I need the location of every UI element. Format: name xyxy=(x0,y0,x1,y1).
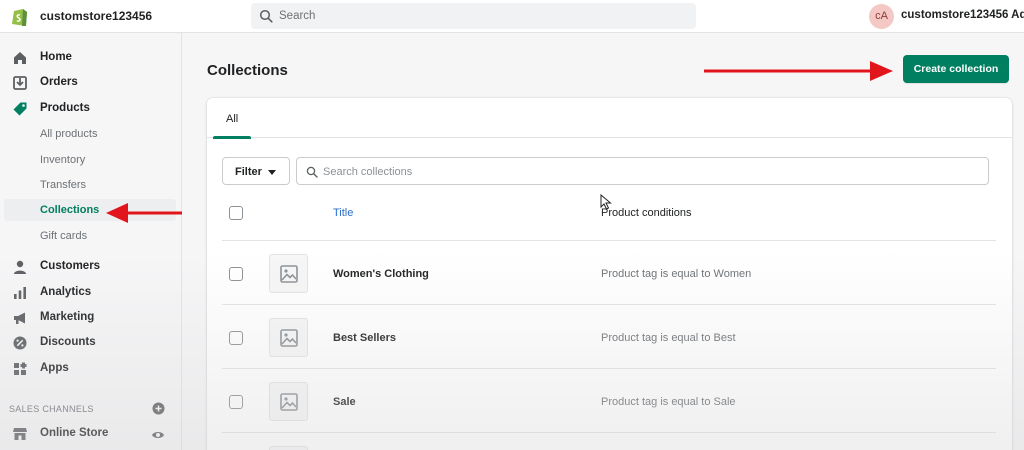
sidebar-item-home[interactable]: Home xyxy=(0,47,182,69)
global-search-placeholder: Search xyxy=(279,10,316,22)
collection-conditions: Product tag is equal to Sale xyxy=(601,396,736,408)
tag-icon xyxy=(13,102,27,116)
create-collection-button[interactable]: Create collection xyxy=(903,55,1009,83)
sidebar-sub-inventory[interactable]: Inventory xyxy=(0,149,182,171)
image-placeholder-icon xyxy=(280,265,298,283)
sidebar-item-customers[interactable]: Customers xyxy=(0,256,182,278)
table-row[interactable]: Best Sellers Product tag is equal to Bes… xyxy=(222,305,996,369)
table-row[interactable] xyxy=(222,433,996,450)
sales-channels-heading: SALES CHANNELS xyxy=(9,404,94,414)
discount-icon xyxy=(13,336,27,350)
shopify-logo-icon[interactable] xyxy=(8,5,32,29)
search-collections-input[interactable]: Search collections xyxy=(296,157,989,185)
person-icon xyxy=(14,260,26,274)
sidebar-sub-label: All products xyxy=(40,128,98,140)
collection-title[interactable]: Best Sellers xyxy=(333,332,396,344)
sidebar-item-label: Orders xyxy=(40,76,78,88)
sidebar-item-discounts[interactable]: Discounts xyxy=(0,332,182,354)
sidebar-item-label: Analytics xyxy=(40,286,92,298)
sidebar-item-label: Apps xyxy=(40,362,69,374)
collection-title[interactable]: Women's Clothing xyxy=(333,268,429,280)
sidebar-sub-label: Collections xyxy=(40,204,100,216)
sidebar-item-label: Marketing xyxy=(40,311,95,323)
store-name[interactable]: customstore123456 xyxy=(40,9,152,23)
filter-button[interactable]: Filter xyxy=(222,157,290,185)
megaphone-icon xyxy=(14,312,25,324)
select-all-checkbox[interactable] xyxy=(229,206,243,220)
page-title: Collections xyxy=(207,62,288,79)
sidebar-item-label: Online Store xyxy=(40,427,109,439)
collection-thumbnail xyxy=(269,446,308,450)
eye-icon[interactable] xyxy=(151,428,165,442)
row-checkbox[interactable] xyxy=(229,395,243,409)
sidebar-item-label: Customers xyxy=(40,260,101,272)
mouse-cursor-icon xyxy=(600,194,612,210)
top-bar: customstore123456 Search cA customstore1… xyxy=(0,0,1024,33)
sidebar-item-products[interactable]: Products xyxy=(0,98,182,120)
collections-card: All Filter Search collections Title Prod… xyxy=(207,98,1012,450)
sidebar-sub-gift-cards[interactable]: Gift cards xyxy=(0,225,182,247)
sidebar: Home Orders Products All products Invent… xyxy=(0,33,182,450)
image-placeholder-icon xyxy=(280,393,298,411)
filter-label: Filter xyxy=(235,166,262,178)
tab-active-indicator xyxy=(213,136,251,139)
annotation-arrow-right-icon xyxy=(704,61,893,81)
search-icon xyxy=(306,166,318,178)
sidebar-sub-label: Inventory xyxy=(40,154,86,166)
sidebar-sub-label: Transfers xyxy=(40,179,87,191)
home-icon xyxy=(14,52,26,64)
search-collections-placeholder: Search collections xyxy=(323,166,413,178)
store-icon xyxy=(13,428,27,440)
avatar[interactable]: cA xyxy=(869,4,894,29)
row-checkbox[interactable] xyxy=(229,267,243,281)
table-row[interactable]: Women's Clothing Product tag is equal to… xyxy=(222,241,996,305)
tab-label: All xyxy=(226,113,239,125)
sidebar-item-analytics[interactable]: Analytics xyxy=(0,282,182,304)
caret-down-icon xyxy=(268,170,276,175)
column-header-conditions: Product conditions xyxy=(601,207,692,219)
bar-chart-icon xyxy=(14,287,26,299)
image-placeholder-icon xyxy=(280,329,298,347)
sidebar-item-apps[interactable]: Apps xyxy=(0,358,182,380)
tab-bar: All xyxy=(207,98,1012,139)
search-icon xyxy=(259,9,273,23)
add-channel-plus-icon[interactable] xyxy=(152,402,165,415)
row-checkbox[interactable] xyxy=(229,331,243,345)
sidebar-item-label: Products xyxy=(40,102,90,114)
collection-thumbnail xyxy=(269,382,308,421)
sidebar-item-label: Discounts xyxy=(40,336,96,348)
sidebar-sub-transfers[interactable]: Transfers xyxy=(0,174,182,196)
orders-icon xyxy=(13,76,27,90)
global-search[interactable]: Search xyxy=(251,3,696,29)
collection-title[interactable]: Sale xyxy=(333,396,356,408)
collection-conditions: Product tag is equal to Best xyxy=(601,332,736,344)
collection-thumbnail xyxy=(269,254,308,293)
table-row[interactable]: Sale Product tag is equal to Sale xyxy=(222,369,996,433)
tab-all[interactable]: All xyxy=(213,98,251,139)
account-name[interactable]: customstore123456 Ad... xyxy=(901,9,1024,21)
sidebar-sub-label: Gift cards xyxy=(40,230,88,242)
sidebar-item-marketing[interactable]: Marketing xyxy=(0,307,182,329)
sidebar-item-orders[interactable]: Orders xyxy=(0,72,182,94)
column-header-title[interactable]: Title xyxy=(333,207,353,219)
sidebar-sub-all-products[interactable]: All products xyxy=(0,123,182,145)
collection-thumbnail xyxy=(269,318,308,357)
apps-icon xyxy=(14,362,27,375)
annotation-arrow-left-icon xyxy=(106,203,182,223)
sidebar-item-label: Home xyxy=(40,51,72,63)
collection-conditions: Product tag is equal to Women xyxy=(601,268,752,280)
